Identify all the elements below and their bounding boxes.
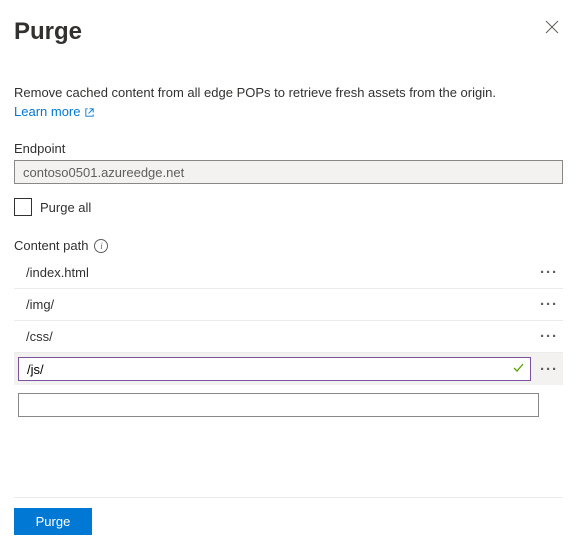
footer: Purge — [14, 508, 563, 535]
purge-all-checkbox[interactable] — [14, 198, 32, 216]
path-row-empty — [14, 389, 563, 421]
path-row[interactable]: /img/ ··· — [14, 289, 563, 321]
panel-header: Purge — [14, 18, 563, 46]
endpoint-input[interactable] — [14, 160, 563, 184]
panel-title: Purge — [14, 18, 82, 46]
learn-more-link[interactable]: Learn more — [14, 104, 95, 119]
close-icon[interactable] — [541, 18, 563, 40]
path-row-active: ··· — [14, 353, 563, 385]
more-icon[interactable]: ··· — [535, 264, 563, 281]
purge-button[interactable]: Purge — [14, 508, 92, 535]
endpoint-label: Endpoint — [14, 141, 563, 156]
purge-all-row: Purge all — [14, 198, 563, 216]
content-path-list: /index.html ··· /img/ ··· /css/ ··· ··· — [14, 257, 563, 421]
description-text: Remove cached content from all edge POPs… — [14, 84, 563, 102]
content-path-label: Content path i — [14, 238, 563, 253]
path-value: /img/ — [14, 297, 535, 312]
checkmark-icon — [512, 361, 525, 377]
info-icon[interactable]: i — [94, 239, 108, 253]
footer-divider — [14, 497, 563, 498]
learn-more-label: Learn more — [14, 104, 80, 119]
path-input-empty[interactable] — [18, 393, 539, 417]
path-row[interactable]: /css/ ··· — [14, 321, 563, 353]
purge-all-label: Purge all — [40, 200, 91, 215]
more-icon[interactable]: ··· — [535, 361, 563, 378]
path-value: /css/ — [14, 329, 535, 344]
external-link-icon — [84, 106, 95, 117]
path-input-active[interactable] — [18, 357, 531, 381]
path-row[interactable]: /index.html ··· — [14, 257, 563, 289]
path-value: /index.html — [14, 265, 535, 280]
more-icon[interactable]: ··· — [535, 328, 563, 345]
more-icon[interactable]: ··· — [535, 296, 563, 313]
content-path-label-text: Content path — [14, 238, 88, 253]
